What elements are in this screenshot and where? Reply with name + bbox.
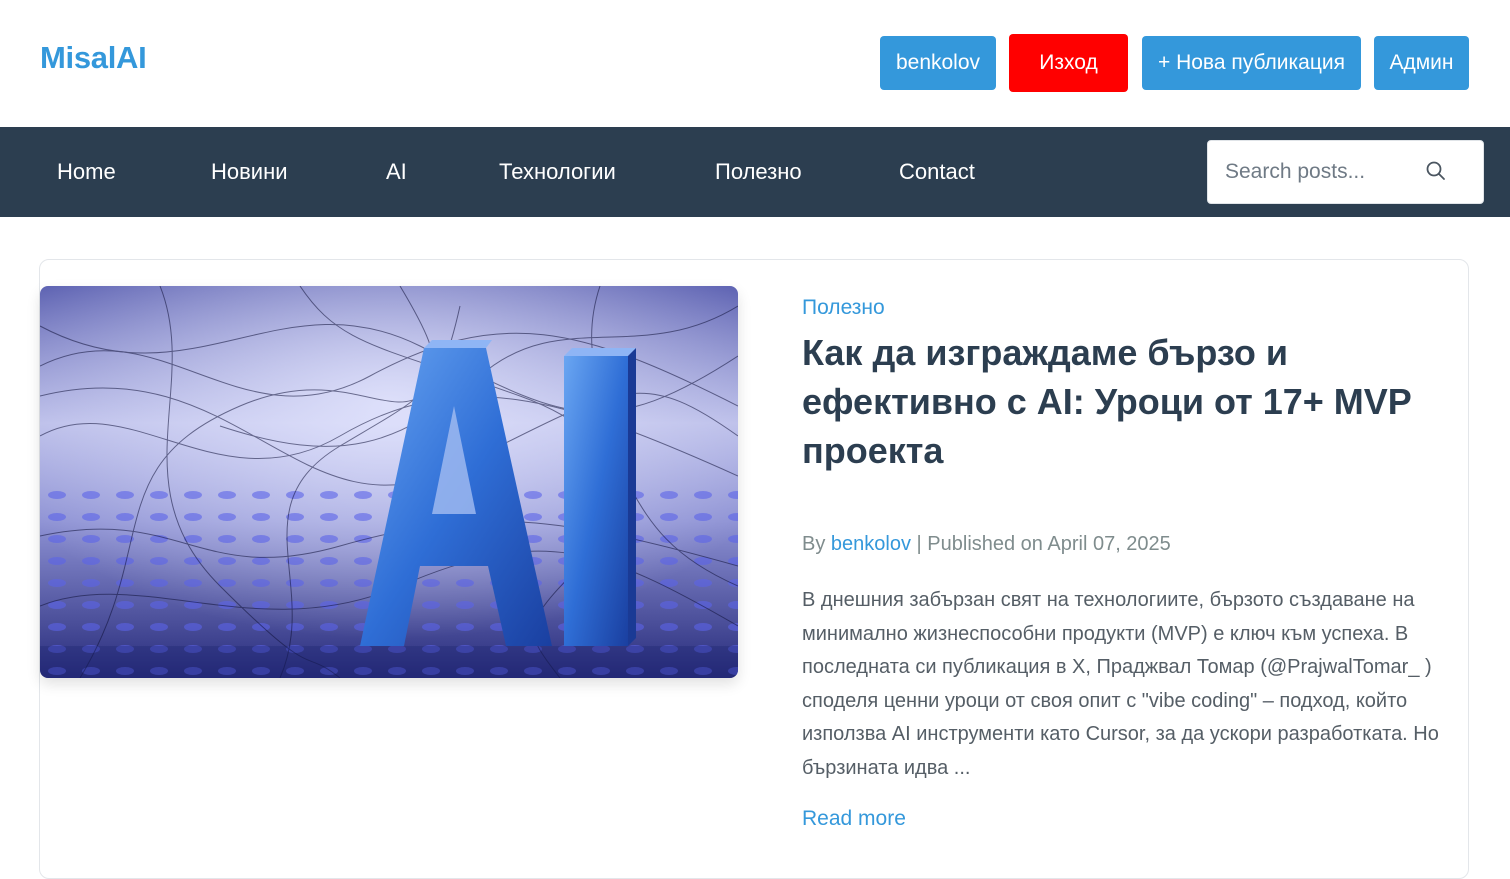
main-navbar: Home Новини AI Технологии Полезно Contac… (0, 127, 1510, 217)
search-icon[interactable] (1424, 159, 1448, 183)
read-more-link[interactable]: Read more (802, 807, 906, 831)
nav-item-news[interactable]: Новини (211, 127, 288, 217)
post-author-link[interactable]: benkolov (831, 533, 911, 555)
meta-by-label: By (802, 533, 826, 555)
new-post-button[interactable]: + Нова публикация (1142, 36, 1361, 90)
search-input[interactable] (1208, 141, 1408, 203)
post-title[interactable]: Как да изграждаме бързо и ефективно с AI… (802, 328, 1442, 475)
admin-button[interactable]: Админ (1374, 36, 1469, 90)
user-button[interactable]: benkolov (880, 36, 996, 90)
post-category[interactable]: Полезно (802, 296, 885, 320)
meta-published-date: | Published on April 07, 2025 (916, 533, 1171, 555)
logout-button[interactable]: Изход (1009, 34, 1128, 92)
search-box (1207, 140, 1484, 204)
post-meta: By benkolov | Published on April 07, 202… (802, 533, 1171, 556)
nav-item-technology[interactable]: Технологии (499, 127, 616, 217)
site-logo[interactable]: MisalAI (40, 40, 147, 76)
site-header: MisalAI benkolov Изход + Нова публикация… (0, 0, 1510, 127)
post-featured-image[interactable] (40, 286, 738, 678)
nav-item-contact[interactable]: Contact (899, 127, 975, 217)
nav-item-useful[interactable]: Полезно (715, 127, 802, 217)
nav-item-home[interactable]: Home (57, 127, 116, 217)
post-excerpt: В днешния забързан свят на технологиите,… (802, 589, 1439, 779)
nav-item-ai[interactable]: AI (386, 127, 407, 217)
